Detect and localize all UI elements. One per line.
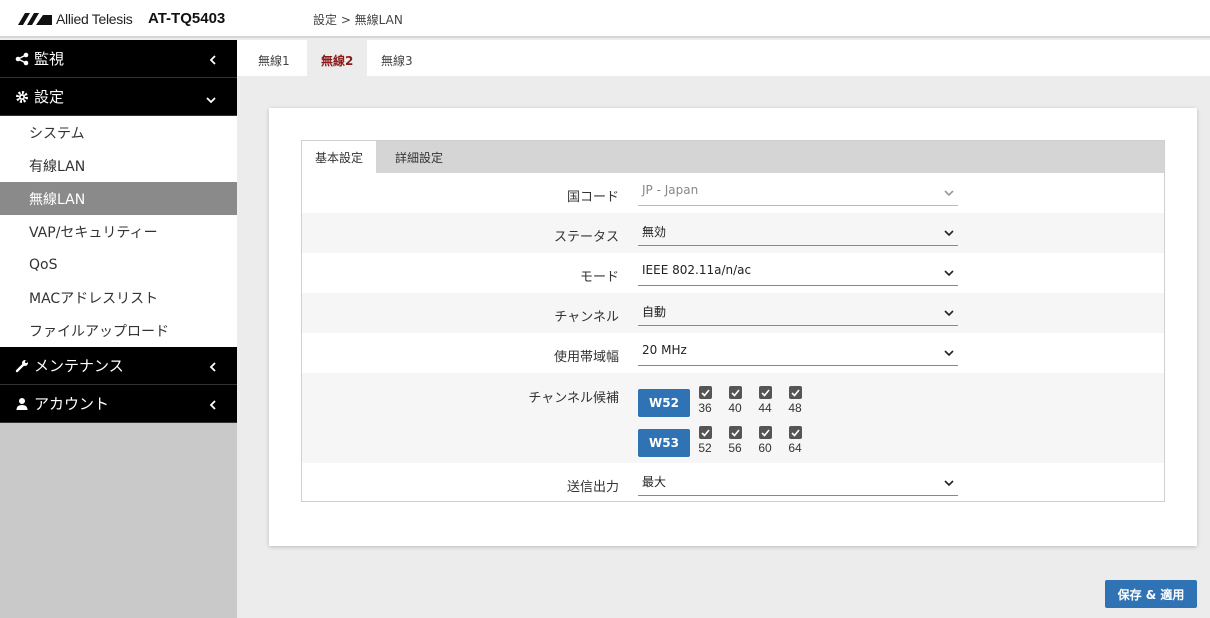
w52-button[interactable]: W52	[638, 389, 690, 417]
allied-telesis-logo: Allied Telesis	[18, 10, 133, 28]
channel-64-checkbox[interactable]	[788, 426, 802, 439]
channel-44-checkbox[interactable]	[758, 386, 772, 399]
row-channel-candidates: チャンネル候補 W52 36 40 44 48 W53 52 56 60 64	[302, 373, 1164, 463]
sidebar: 監視 設定 システム 有線LAN 無線LAN VAP/セキュリティー QoS M…	[0, 40, 237, 618]
chevron-left-icon	[209, 52, 217, 70]
channel-60-label: 60	[758, 441, 772, 455]
channel-36-label: 36	[698, 401, 712, 415]
tab-radio2[interactable]: 無線2	[307, 40, 368, 76]
power-select[interactable]: 最大	[638, 470, 958, 496]
nav-account[interactable]: アカウント	[0, 385, 237, 423]
channel-64: 64	[784, 426, 806, 455]
sidebar-item-wireless-lan[interactable]: 無線LAN	[0, 182, 237, 215]
channel-64-label: 64	[788, 441, 802, 455]
chevron-left-icon	[209, 359, 217, 377]
nav-maintenance-label: メンテナンス	[34, 357, 124, 375]
country-select[interactable]: JP - Japan	[638, 180, 958, 206]
channel-value: 自動	[642, 305, 667, 319]
channel-44-label: 44	[758, 401, 772, 415]
channel-48-label: 48	[788, 401, 802, 415]
share-icon	[14, 52, 30, 66]
channel-40-checkbox[interactable]	[728, 386, 742, 399]
tab-radio1[interactable]: 無線1	[244, 40, 304, 76]
radio-tabs: 無線1 無線2 無線3	[237, 40, 1210, 76]
sidebar-item-wired-lan[interactable]: 有線LAN	[0, 149, 237, 182]
channel-40: 40	[724, 386, 746, 415]
gear-icon	[14, 90, 30, 104]
channel-44: 44	[754, 386, 776, 415]
chevron-down-icon	[205, 90, 217, 108]
row-mode: モード IEEE 802.11a/n/ac	[302, 253, 1164, 293]
chevron-down-icon	[944, 306, 954, 320]
sidebar-item-file-upload[interactable]: ファイルアップロード	[0, 314, 237, 347]
device-model: AT-TQ5403	[148, 10, 226, 27]
nav-maintenance[interactable]: メンテナンス	[0, 347, 237, 385]
status-label: ステータス	[553, 230, 619, 245]
channel-52: 52	[694, 426, 716, 455]
bandwidth-select[interactable]: 20 MHz	[638, 340, 958, 366]
nav-monitor[interactable]: 監視	[0, 40, 237, 78]
channel-52-label: 52	[698, 441, 712, 455]
power-value: 最大	[642, 475, 667, 489]
row-tx-power: 送信出力 最大	[302, 463, 1164, 503]
bandwidth-label: 使用帯域幅	[553, 350, 619, 365]
candidates-label: チャンネル候補	[528, 391, 619, 406]
wrench-icon	[14, 359, 30, 373]
row-bandwidth: 使用帯域幅 20 MHz	[302, 333, 1164, 373]
chevron-down-icon	[944, 266, 954, 280]
channel-60-checkbox[interactable]	[758, 426, 772, 439]
channel-56-label: 56	[728, 441, 742, 455]
settings-card: 基本設定 詳細設定 国コード JP - Japan ステータス 無効 モード I…	[269, 108, 1197, 546]
mode-label: モード	[579, 270, 619, 285]
w53-button[interactable]: W53	[638, 429, 690, 457]
channel-56: 56	[724, 426, 746, 455]
channel-48: 48	[784, 386, 806, 415]
row-channel: チャンネル 自動	[302, 293, 1164, 333]
chevron-left-icon	[209, 397, 217, 415]
tab-radio3[interactable]: 無線3	[367, 40, 427, 76]
save-apply-button[interactable]: 保存 & 適用	[1105, 580, 1197, 608]
logo-text: Allied Telesis	[56, 11, 133, 27]
status-select[interactable]: 無効	[638, 220, 958, 246]
country-label: 国コード	[566, 190, 619, 205]
logo-mark-icon	[18, 13, 52, 25]
mode-value: IEEE 802.11a/n/ac	[642, 263, 752, 277]
breadcrumb: 設定 > 無線LAN	[313, 13, 403, 27]
channel-48-checkbox[interactable]	[788, 386, 802, 399]
settings-panel: 基本設定 詳細設定 国コード JP - Japan ステータス 無効 モード I…	[301, 140, 1165, 502]
sidebar-item-qos[interactable]: QoS	[0, 248, 237, 281]
channel-label: チャンネル	[554, 310, 619, 325]
row-status: ステータス 無効	[302, 213, 1164, 253]
sub-tabs: 基本設定 詳細設定	[302, 141, 1164, 173]
channel-56-checkbox[interactable]	[728, 426, 742, 439]
channel-40-label: 40	[728, 401, 742, 415]
channel-36-checkbox[interactable]	[698, 386, 712, 399]
status-value: 無効	[642, 225, 667, 239]
power-label: 送信出力	[566, 480, 619, 495]
nav-settings[interactable]: 設定	[0, 78, 237, 116]
chevron-down-icon	[944, 226, 954, 240]
chevron-down-icon	[944, 346, 954, 360]
nav-settings-label: 設定	[34, 88, 65, 106]
top-header: Allied Telesis AT-TQ5403 設定 > 無線LAN	[0, 0, 1210, 38]
user-icon	[14, 397, 30, 411]
channel-60: 60	[754, 426, 776, 455]
chevron-down-icon	[944, 476, 954, 490]
nav-monitor-label: 監視	[34, 50, 65, 68]
channel-select[interactable]: 自動	[638, 300, 958, 326]
sidebar-item-system[interactable]: システム	[0, 116, 237, 149]
sidebar-item-vap-security[interactable]: VAP/セキュリティー	[0, 215, 237, 248]
country-value: JP - Japan	[642, 183, 699, 197]
mode-select[interactable]: IEEE 802.11a/n/ac	[638, 260, 958, 286]
channel-36: 36	[694, 386, 716, 415]
nav-account-label: アカウント	[34, 395, 110, 413]
chevron-down-icon	[944, 186, 954, 200]
bandwidth-value: 20 MHz	[642, 343, 687, 357]
sidebar-item-mac-address-list[interactable]: MACアドレスリスト	[0, 281, 237, 314]
channel-52-checkbox[interactable]	[698, 426, 712, 439]
main-content: 無線1 無線2 無線3 基本設定 詳細設定 国コード JP - Japan ステ…	[237, 40, 1210, 618]
tab-advanced-settings[interactable]: 詳細設定	[382, 141, 456, 173]
tab-basic-settings[interactable]: 基本設定	[302, 141, 377, 173]
row-country: 国コード JP - Japan	[302, 173, 1164, 213]
